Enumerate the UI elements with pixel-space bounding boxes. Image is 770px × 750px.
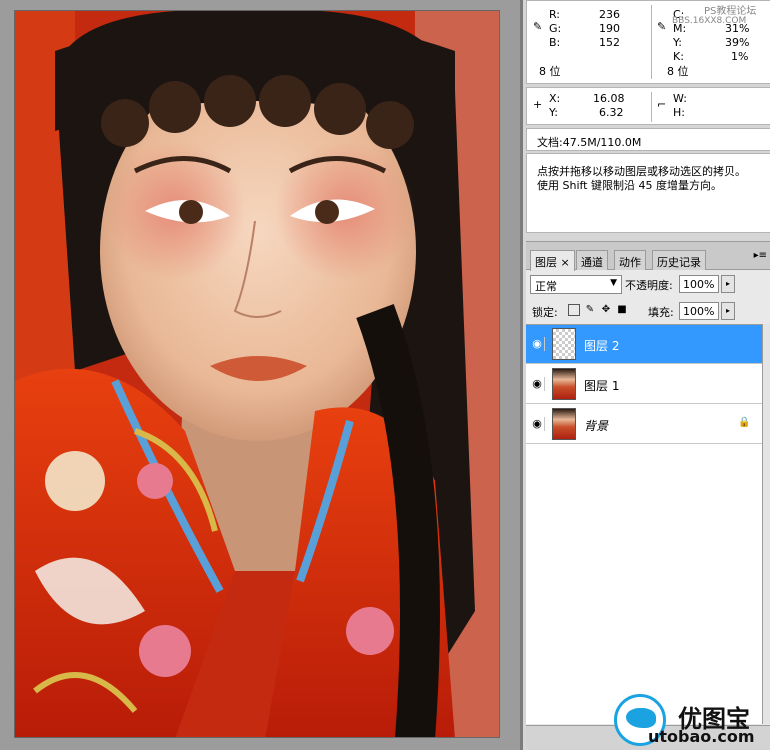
tab-channels[interactable]: 通道 [576, 250, 608, 270]
layer-name: 背景 [584, 419, 609, 433]
eyedropper-cmyk-icon: ✎ [657, 20, 667, 33]
layer-row-layer2[interactable]: ◉ 图层 2 [526, 325, 762, 364]
fill-input[interactable]: 100% [679, 302, 719, 320]
b-label: B: [549, 36, 561, 49]
fill-label: 填充: [648, 306, 674, 319]
w-label: W: [673, 92, 687, 105]
panel-menu-icon[interactable]: ▸≡ [754, 250, 767, 261]
y-pos-label: Y: [549, 106, 558, 119]
visibility-eye-icon[interactable]: ◉ [530, 337, 545, 351]
k-value: 1% [731, 50, 749, 63]
panel-tab-bar: 图层 × 通道 动作 历史记录 ▸≡ [526, 242, 770, 271]
bird-icon [626, 708, 656, 728]
y-pos-value: 6.32 [599, 106, 624, 119]
visibility-eye-icon[interactable]: ◉ [530, 417, 545, 431]
lock-transparent-icon[interactable] [568, 304, 580, 316]
visibility-eye-icon[interactable]: ◉ [530, 377, 545, 391]
watermark-logo-url: utobao.com [648, 727, 755, 746]
layer-name: 图层 1 [584, 379, 620, 393]
layer-thumbnail [552, 328, 576, 360]
layer-thumbnail [552, 408, 576, 440]
blend-mode-value: 正常 [535, 280, 557, 293]
layer-lock-icon: 🔒 [738, 417, 751, 428]
dropdown-arrow-icon: ▼ [610, 278, 617, 288]
opacity-input[interactable]: 100% [679, 275, 719, 293]
info-divider [651, 5, 652, 79]
lock-brush-icon[interactable]: ✎ [584, 304, 596, 316]
layer-thumbnail [552, 368, 576, 400]
lock-all-icon[interactable]: ■ [616, 304, 628, 316]
h-label: H: [673, 106, 685, 119]
x-value: 16.08 [593, 92, 625, 105]
fill-slider-arrow-icon[interactable]: ▸ [721, 302, 735, 320]
doc-size-readout: 文档:47.5M/110.0M [526, 128, 770, 151]
opacity-slider-arrow-icon[interactable]: ▸ [721, 275, 735, 293]
g-value: 190 [599, 22, 620, 35]
selection-size-icon: ⌐ [657, 98, 667, 111]
layer-list-scrollbar[interactable] [762, 324, 770, 724]
b-value: 152 [599, 36, 620, 49]
photoshop-window: ✎ R: 236 G: 190 B: 152 8 位 ✎ C: M: 31% Y… [0, 0, 770, 750]
lock-move-icon[interactable]: ✥ [600, 304, 612, 316]
y-value: 39% [725, 36, 750, 49]
rgb-bit-depth: 8 位 [539, 65, 561, 78]
tab-layers[interactable]: 图层 × [530, 250, 575, 271]
opacity-label: 不透明度: [625, 279, 673, 292]
watermark-site-name: PS教程论坛 [704, 6, 757, 17]
layer-list: ◉ 图层 2 ◉ 图层 1 ◉ 背景 🔒 [526, 324, 762, 724]
layer-row-background[interactable]: ◉ 背景 🔒 [526, 405, 762, 444]
info-divider-2 [651, 92, 652, 122]
lock-label: 锁定: [532, 306, 558, 319]
tab-actions[interactable]: 动作 [614, 250, 646, 270]
tool-hint: 点按并拖移以移动图层或移动选区的拷贝。 使用 Shift 键限制沿 45 度增量… [526, 153, 770, 233]
info-position-readout: + X: 16.08 Y: 6.32 ⌐ W: H: [526, 87, 770, 125]
g-label: G: [549, 22, 562, 35]
x-label: X: [549, 92, 561, 105]
right-panel: ✎ R: 236 G: 190 B: 152 8 位 ✎ C: M: 31% Y… [520, 0, 770, 750]
hint-line-2: 使用 Shift 键限制沿 45 度增量方向。 [537, 179, 722, 192]
layer-row-layer1[interactable]: ◉ 图层 1 [526, 365, 762, 404]
document-canvas[interactable] [0, 0, 520, 750]
layers-panel: 图层 × 通道 动作 历史记录 ▸≡ 正常 ▼ 不透明度: 100% ▸ 锁定:… [526, 241, 770, 750]
r-label: R: [549, 8, 561, 21]
r-value: 236 [599, 8, 620, 21]
cmyk-bit-depth: 8 位 [667, 65, 689, 78]
blend-mode-select[interactable]: 正常 ▼ [530, 275, 622, 294]
k-label: K: [673, 50, 684, 63]
portrait-illustration [15, 11, 499, 737]
doc-size: 文档:47.5M/110.0M [537, 136, 642, 149]
eyedropper-icon: ✎ [533, 20, 543, 33]
watermark-site-url: BBS.16XX8.COM [672, 16, 747, 26]
opera-portrait-photo[interactable] [14, 10, 500, 738]
layer-name: 图层 2 [584, 339, 620, 353]
tab-history[interactable]: 历史记录 [652, 250, 706, 270]
y-label: Y: [673, 36, 682, 49]
crosshair-icon: + [533, 98, 543, 111]
